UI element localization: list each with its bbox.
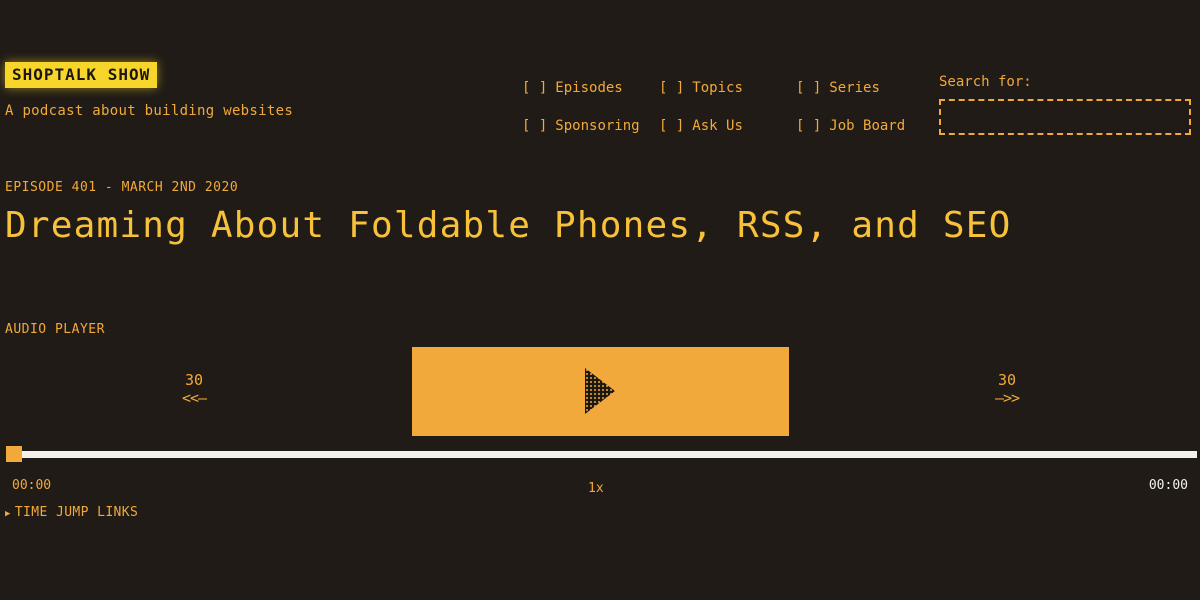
total-time: 00:00	[1148, 478, 1188, 493]
episode-meta: EPISODE 401 - MARCH 2ND 2020	[5, 180, 239, 195]
search-label: Search for:	[939, 74, 1032, 90]
nav-item-label: Sponsoring	[555, 118, 640, 134]
progress-track[interactable]	[6, 451, 1197, 458]
skip-back-button[interactable]: 30 <<—	[159, 371, 229, 407]
nav-bracket: [ ]	[796, 118, 822, 134]
nav-item-sponsoring[interactable]: [ ] Sponsoring	[522, 118, 640, 134]
nav-item-ask-us[interactable]: [ ] Ask Us	[659, 118, 743, 134]
skip-forward-button[interactable]: 30 —>>	[972, 371, 1042, 407]
skip-back-amount: 30	[184, 371, 204, 389]
forward-arrow-icon: —>>	[994, 389, 1020, 407]
time-jump-label: TIME JUMP LINKS	[14, 505, 139, 520]
nav-item-label: Job Board	[829, 118, 906, 134]
nav-bracket: [ ]	[659, 80, 685, 96]
site-logo[interactable]: SHOPTALK SHOW	[5, 62, 158, 88]
playback-speed-button[interactable]: 1x	[588, 481, 604, 496]
nav-bracket: [ ]	[659, 118, 685, 134]
play-icon	[585, 368, 615, 414]
site-tagline: A podcast about building websites	[5, 103, 294, 119]
nav-item-topics[interactable]: [ ] Topics	[659, 80, 743, 96]
nav-item-job-board[interactable]: [ ] Job Board	[796, 118, 905, 134]
search-input[interactable]	[939, 99, 1191, 135]
play-button[interactable]	[412, 347, 789, 436]
nav-item-series[interactable]: [ ] Series	[796, 80, 880, 96]
nav-bracket: [ ]	[522, 80, 548, 96]
nav-bracket: [ ]	[796, 80, 822, 96]
time-jump-links-toggle[interactable]: ▶ TIME JUMP LINKS	[5, 505, 138, 520]
skip-forward-amount: 30	[997, 371, 1017, 389]
rewind-arrow-icon: <<—	[181, 389, 207, 407]
audio-player-heading: AUDIO PLAYER	[5, 322, 105, 337]
current-time: 00:00	[12, 478, 52, 493]
episode-title: Dreaming About Foldable Phones, RSS, and…	[5, 205, 1012, 246]
progress-handle[interactable]	[6, 446, 22, 462]
nav-item-label: Episodes	[555, 80, 623, 96]
nav-item-label: Series	[829, 80, 880, 96]
nav-item-label: Topics	[692, 80, 743, 96]
disclosure-triangle-icon: ▶	[5, 509, 11, 519]
nav-bracket: [ ]	[522, 118, 548, 134]
page: SHOPTALK SHOW A podcast about building w…	[0, 0, 1200, 600]
nav-item-episodes[interactable]: [ ] Episodes	[522, 80, 623, 96]
nav-item-label: Ask Us	[692, 118, 743, 134]
